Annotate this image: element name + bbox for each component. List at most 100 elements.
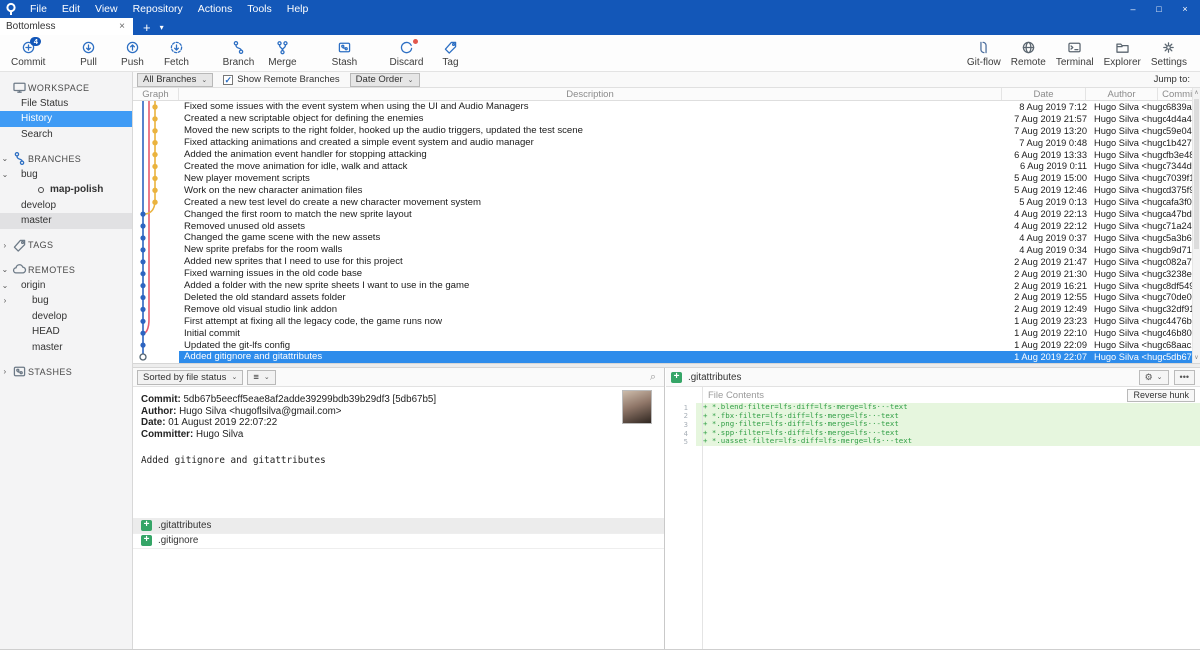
commit-info: Commit: 5db67b5eecff5eae8af2adde39299bdb…	[133, 387, 664, 447]
commit-row[interactable]: Moved the new scripts to the right folde…	[133, 125, 1200, 137]
commit-date: 1 Aug 2019 22:09	[1010, 340, 1094, 350]
commit-row[interactable]: Deleted the old standard assets folder2 …	[133, 292, 1200, 304]
commit-author: Hugo Silva <hugof	[1094, 292, 1166, 302]
commit-row[interactable]: Removed unused old assets4 Aug 2019 22:1…	[133, 220, 1200, 232]
menu-actions[interactable]: Actions	[198, 3, 232, 15]
commit-row[interactable]: Fixed warning issues in the old code bas…	[133, 268, 1200, 280]
toolbar-discard-button[interactable]: Discard	[384, 36, 428, 70]
toolbar-pull-button[interactable]: Pull	[66, 36, 110, 70]
sidebar-item-develop[interactable]: develop	[0, 198, 132, 214]
toolbar-commit-button[interactable]: 4Commit	[6, 36, 50, 70]
sidebar-section-workspace[interactable]: WORKSPACE	[0, 80, 132, 96]
chevron-right-icon[interactable]: ›	[0, 241, 10, 250]
commit-row[interactable]: New player movement scripts5 Aug 2019 15…	[133, 172, 1200, 184]
sidebar-item-master[interactable]: master	[0, 340, 132, 356]
minimize-button[interactable]: –	[1120, 0, 1146, 18]
commit-row[interactable]: Initial commit1 Aug 2019 22:10Hugo Silva…	[133, 327, 1200, 339]
chevron-down-icon[interactable]: ⌄	[0, 154, 10, 163]
menu-edit[interactable]: Edit	[62, 3, 80, 15]
scrollbar-thumb[interactable]	[1194, 99, 1199, 249]
diff-more-button[interactable]: •••	[1174, 370, 1195, 385]
toolbar-fetch-button[interactable]: Fetch	[154, 36, 198, 70]
sidebar-item-bug[interactable]: ›bug	[0, 293, 132, 309]
reverse-hunk-button[interactable]: Reverse hunk	[1127, 389, 1195, 402]
toolbar-merge-button[interactable]: Merge	[260, 36, 304, 70]
commit-row[interactable]: Work on the new character animation file…	[133, 184, 1200, 196]
commit-row[interactable]: Created a new scriptable object for defi…	[133, 113, 1200, 125]
diff-settings-dropdown[interactable]: ⚙ ⌄	[1139, 370, 1169, 385]
commit-description: Moved the new scripts to the right folde…	[179, 125, 1010, 136]
sort-dropdown[interactable]: Sorted by file status ⌄	[137, 370, 243, 385]
close-button[interactable]: ×	[1172, 0, 1198, 18]
menu-repository[interactable]: Repository	[133, 3, 183, 15]
sidebar-item-bug[interactable]: ⌄bug	[0, 167, 132, 183]
sidebar-item-master[interactable]: master	[0, 213, 132, 229]
sidebar-item-develop[interactable]: develop	[0, 309, 132, 325]
commit-row[interactable]: Fixed some issues with the event system …	[133, 101, 1200, 113]
commit-row[interactable]: Updated the git-lfs config1 Aug 2019 22:…	[133, 339, 1200, 351]
column-header-description[interactable]: Description	[179, 88, 1002, 100]
commit-row[interactable]: Added the animation event handler for st…	[133, 149, 1200, 161]
commit-row[interactable]: Created the move animation for idle, wal…	[133, 161, 1200, 173]
search-icon[interactable]: ⌕	[650, 371, 656, 384]
tab-list-caret-icon[interactable]: ▾	[160, 20, 164, 35]
view-options-dropdown[interactable]: ≡ ⌄	[247, 370, 275, 385]
commit-row[interactable]: Remove old visual studio link addon2 Aug…	[133, 303, 1200, 315]
maximize-button[interactable]: □	[1146, 0, 1172, 18]
commit-list-scrollbar[interactable]: ∧ ∨	[1192, 88, 1200, 363]
commit-row[interactable]: Added gitignore and gitattributes1 Aug 2…	[133, 351, 1200, 363]
commit-row[interactable]: Added a folder with the new sprite sheet…	[133, 280, 1200, 292]
scroll-up-icon[interactable]: ∧	[1193, 88, 1200, 98]
column-header-author[interactable]: Author	[1086, 88, 1158, 100]
menu-file[interactable]: File	[30, 3, 47, 15]
sidebar-item-file-status[interactable]: File Status	[0, 96, 132, 112]
show-remote-branches-checkbox[interactable]: ✓ Show Remote Branches	[223, 74, 339, 85]
menu-help[interactable]: Help	[287, 3, 309, 15]
toolbar-branch-button[interactable]: Branch	[216, 36, 260, 70]
toolbar-settings-button[interactable]: Settings	[1146, 36, 1192, 70]
file-row-gitattributes[interactable]: +.gitattributes	[133, 518, 664, 534]
sidebar-section-remotes[interactable]: ⌄REMOTES	[0, 262, 132, 278]
sidebar-section-tags[interactable]: ›TAGS	[0, 238, 132, 254]
menu-view[interactable]: View	[95, 3, 118, 15]
sidebar-section-stashes[interactable]: ›STASHES	[0, 364, 132, 380]
repo-tab-bottomless[interactable]: Bottomless ×	[0, 18, 133, 35]
commit-row[interactable]: Fixed attacking animations and created a…	[133, 137, 1200, 149]
sidebar-item-search[interactable]: Search	[0, 127, 132, 143]
branch-filter-dropdown[interactable]: All Branches ⌄	[137, 73, 213, 87]
commit-row[interactable]: First attempt at fixing all the legacy c…	[133, 315, 1200, 327]
sidebar-item-map-polish[interactable]: map-polish	[0, 182, 132, 198]
toolbar-stash-button[interactable]: Stash	[322, 36, 366, 70]
chevron-down-icon[interactable]: ⌄	[0, 281, 10, 290]
sidebar-item-origin[interactable]: ⌄origin	[0, 278, 132, 294]
file-row-gitignore[interactable]: +.gitignore	[133, 534, 664, 550]
commit-row[interactable]: Changed the game scene with the new asse…	[133, 232, 1200, 244]
commit-description: Remove old visual studio link addon	[179, 304, 1010, 315]
chevron-right-icon[interactable]: ›	[0, 296, 10, 305]
column-header-graph[interactable]: Graph	[133, 88, 179, 100]
menu-tools[interactable]: Tools	[247, 3, 272, 15]
toolbar-push-button[interactable]: Push	[110, 36, 154, 70]
window-controls: – □ ×	[1120, 0, 1198, 18]
commit-row[interactable]: New sprite prefabs for the room walls4 A…	[133, 244, 1200, 256]
commit-date: 6 Aug 2019 0:11	[1010, 161, 1094, 171]
sidebar-section-branches[interactable]: ⌄BRANCHES	[0, 151, 132, 167]
commit-row[interactable]: Added new sprites that I need to use for…	[133, 256, 1200, 268]
toolbar-terminal-button[interactable]: Terminal	[1051, 36, 1099, 70]
toolbar-remote-button[interactable]: Remote	[1006, 36, 1051, 70]
chevron-down-icon[interactable]: ⌄	[0, 170, 10, 179]
sidebar-item-head[interactable]: HEAD	[0, 324, 132, 340]
sidebar-item-history[interactable]: History	[0, 111, 132, 127]
chevron-down-icon[interactable]: ⌄	[0, 265, 10, 274]
toolbar-explorer-button[interactable]: Explorer	[1099, 36, 1146, 70]
new-tab-button[interactable]: +	[143, 20, 151, 35]
chevron-right-icon[interactable]: ›	[0, 367, 10, 376]
tab-close-icon[interactable]: ×	[117, 21, 127, 32]
toolbar-tag-button[interactable]: Tag	[428, 36, 472, 70]
commit-row[interactable]: Created a new test level do create a new…	[133, 196, 1200, 208]
commit-row[interactable]: Changed the first room to match the new …	[133, 208, 1200, 220]
scroll-down-icon[interactable]: ∨	[1193, 353, 1200, 363]
order-dropdown[interactable]: Date Order ⌄	[350, 73, 420, 87]
toolbar-git-flow-button[interactable]: Git-flow	[962, 36, 1006, 70]
column-header-date[interactable]: Date	[1002, 88, 1086, 100]
